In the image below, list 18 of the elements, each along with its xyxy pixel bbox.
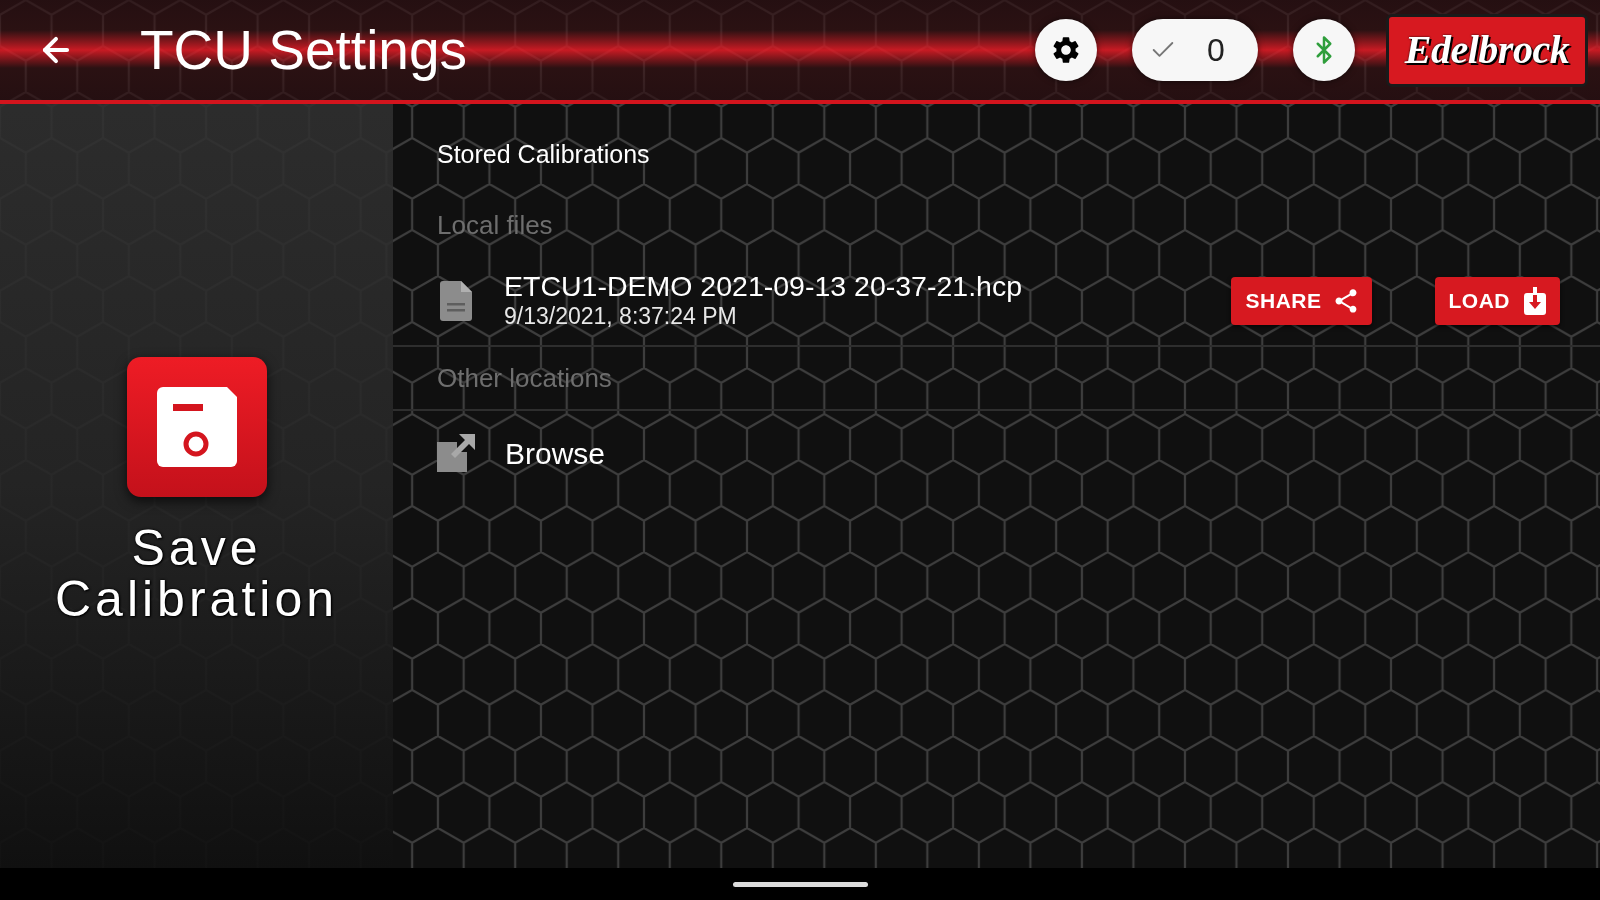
download-box-icon <box>1524 287 1546 315</box>
section-heading: Local files <box>437 208 553 242</box>
settings-button[interactable] <box>1035 19 1097 81</box>
file-name: ETCU1-DEMO 2021-09-13 20-37-21.hcp <box>504 270 1022 302</box>
save-calibration-button[interactable]: Save Calibration <box>26 357 367 625</box>
page-title: TCU Settings <box>140 20 468 80</box>
document-icon <box>440 281 472 321</box>
file-date: 9/13/2021, 8:37:24 PM <box>504 302 738 330</box>
section-title: Stored Calibrations <box>437 139 650 170</box>
browse-link[interactable]: Browse <box>437 430 606 476</box>
status-button[interactable]: 0 <box>1132 19 1258 81</box>
brand-logo: Edelbrock <box>1386 13 1588 87</box>
section-heading: Other locations <box>437 361 612 395</box>
bluetooth-button[interactable] <box>1293 19 1355 81</box>
share-button[interactable]: SHARE <box>1231 277 1372 325</box>
external-link-icon <box>437 434 475 472</box>
home-indicator[interactable] <box>732 881 868 887</box>
load-button[interactable]: LOAD <box>1434 277 1560 325</box>
